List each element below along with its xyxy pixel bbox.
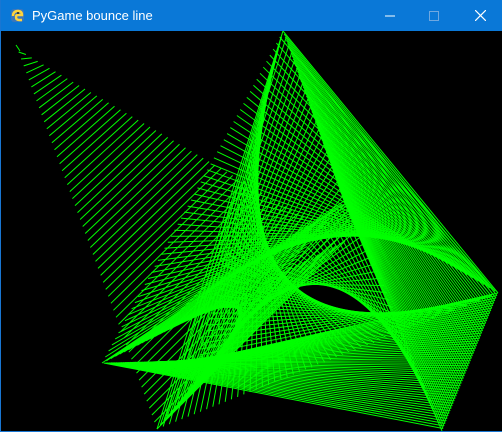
trail-line — [92, 154, 198, 255]
app-window: PyGame bounce line — [0, 0, 502, 432]
game-canvas[interactable] — [2, 31, 502, 431]
trail-line — [72, 126, 151, 199]
trail-line — [41, 85, 80, 116]
trail-line — [105, 171, 228, 290]
minimize-button[interactable] — [367, 0, 413, 31]
trail-line — [95, 157, 204, 262]
trail-line — [64, 116, 133, 179]
trail-line — [33, 74, 62, 95]
pygame-snake-icon — [9, 7, 26, 24]
maximize-icon — [429, 10, 439, 21]
minimize-icon — [385, 15, 395, 16]
trail-line — [18, 51, 27, 55]
trail-lines — [15, 31, 499, 431]
window-title: PyGame bounce line — [32, 8, 153, 23]
trail-line — [54, 102, 109, 151]
close-button[interactable] — [457, 0, 502, 31]
trail-line — [48, 95, 98, 137]
trail-line — [21, 57, 32, 60]
trail-line — [285, 39, 496, 301]
trail-line — [115, 362, 451, 412]
close-icon — [474, 10, 486, 21]
trail-line — [79, 137, 169, 220]
trail-line — [31, 71, 56, 88]
trail-line — [43, 88, 86, 123]
trail-line — [51, 99, 104, 144]
trail-line — [82, 140, 174, 227]
title-bar[interactable]: PyGame bounce line — [1, 0, 502, 31]
trail-line — [61, 112, 127, 172]
trail-line — [69, 123, 145, 192]
trail-line — [89, 150, 192, 248]
trail-line — [107, 362, 446, 424]
maximize-button[interactable] — [411, 0, 457, 31]
trail-line — [84, 143, 180, 234]
trail-line — [15, 44, 21, 52]
trail-line — [26, 64, 44, 74]
bounce-line-trails — [15, 31, 499, 431]
trail-line — [23, 60, 38, 67]
trail-line — [74, 130, 157, 206]
